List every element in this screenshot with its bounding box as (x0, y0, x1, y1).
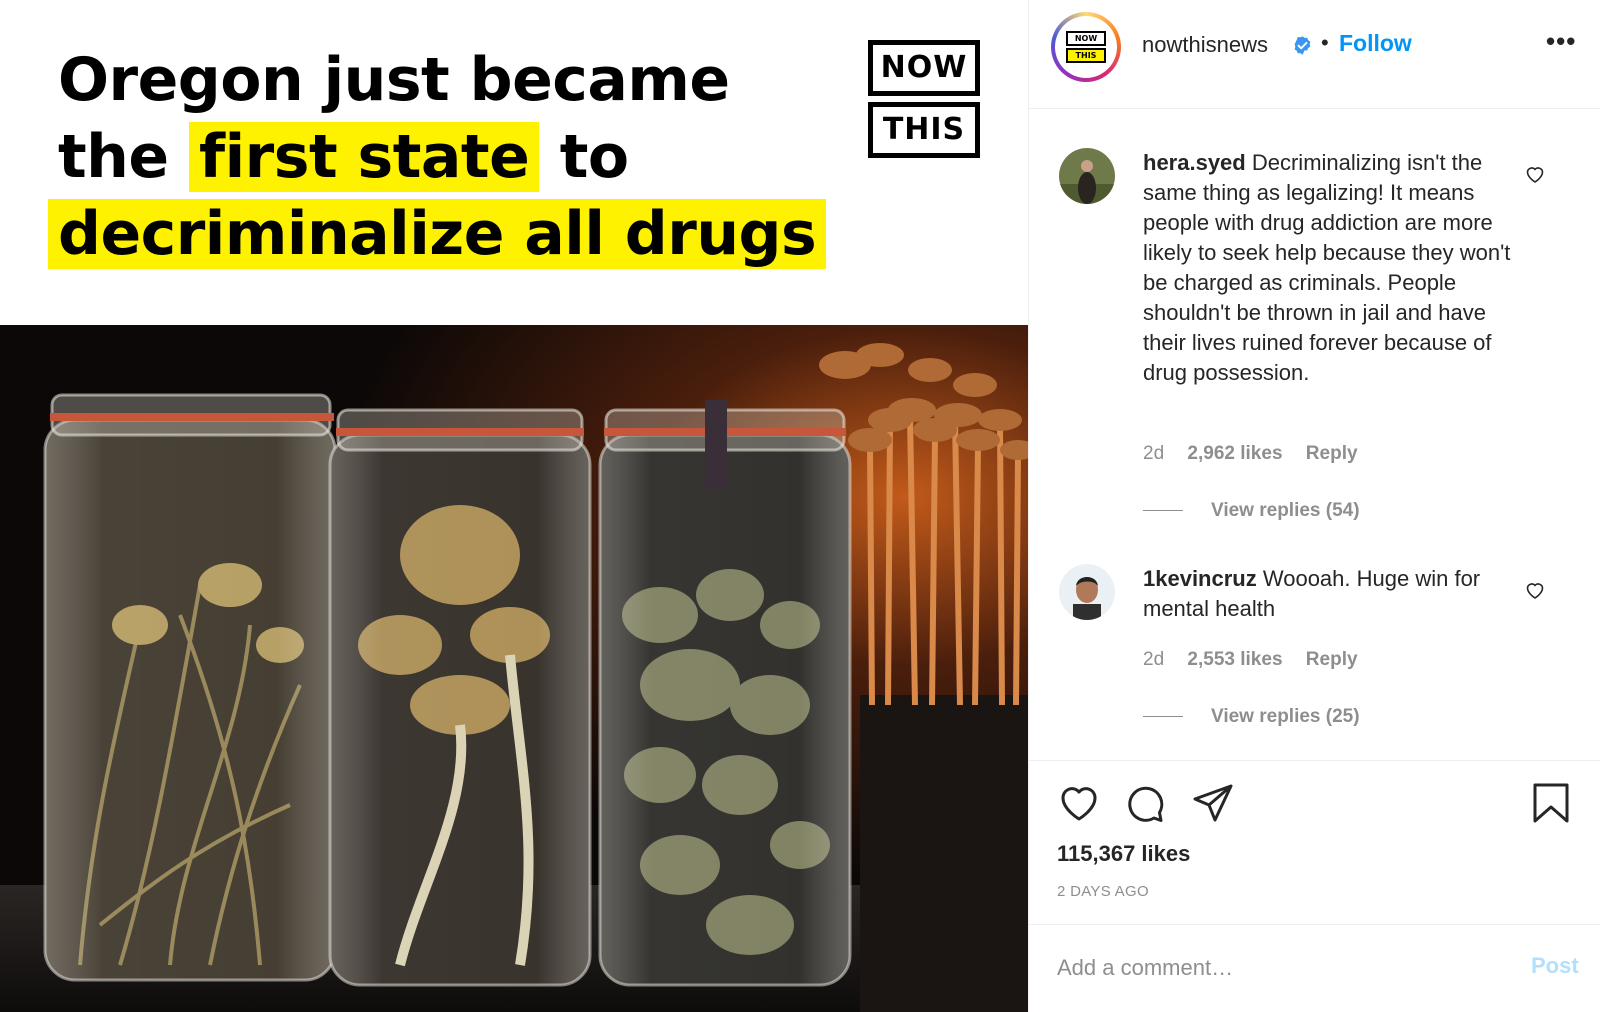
post-headline: Oregon just became the first state to de… (48, 42, 827, 273)
view-replies-line (1143, 716, 1183, 718)
comment-age: 2d (1143, 443, 1165, 464)
post-date: 2 DAYS AGO (1057, 883, 1149, 900)
headline-word-the: the (58, 122, 169, 192)
logo-now-box: NOW (868, 40, 980, 96)
avatar-logo-this: THIS (1066, 48, 1106, 63)
view-replies-line (1143, 510, 1183, 512)
comment-like-icon[interactable] (1523, 578, 1547, 602)
avatar-inner: NOW THIS (1055, 16, 1117, 78)
headline-line-3: decriminalize all drugs (48, 196, 827, 273)
comment-input[interactable] (1057, 951, 1497, 985)
comment-body: hera.syed Decriminalizing isn't the same… (1143, 148, 1513, 388)
comments-list[interactable]: hera.syed Decriminalizing isn't the same… (1029, 110, 1600, 760)
view-replies-button[interactable]: View replies (25) (1143, 706, 1360, 728)
view-replies-label: View replies (54) (1211, 500, 1360, 521)
nowthis-logo: NOW THIS (868, 40, 980, 158)
headline-line-1: Oregon just became (58, 45, 730, 115)
view-replies-button[interactable]: View replies (54) (1143, 500, 1360, 522)
post-media[interactable]: Oregon just became the first state to de… (0, 0, 1028, 1012)
post-sidebar: NOW THIS nowthisnews • Follow ••• hera.s… (1028, 0, 1600, 1012)
photo-illustration (0, 325, 1028, 1012)
comment-icon[interactable] (1123, 781, 1167, 825)
comment-like-icon[interactable] (1523, 162, 1547, 186)
headline-line-2: the first state to (58, 119, 826, 196)
headline-area: Oregon just became the first state to de… (0, 0, 1028, 325)
commenter-avatar[interactable] (1059, 148, 1115, 204)
verified-badge-icon (1294, 36, 1311, 55)
view-replies-label: View replies (25) (1211, 706, 1360, 727)
comment-body: 1kevincruz Woooah. Huge win for mental h… (1143, 564, 1513, 624)
header-separator: • (1321, 30, 1329, 55)
comment-reply-button[interactable]: Reply (1306, 443, 1358, 464)
logo-this-box: THIS (868, 102, 980, 158)
follow-button[interactable]: Follow (1339, 30, 1412, 57)
comment-meta: 2d 2,553 likes Reply (1143, 649, 1376, 671)
nowthis-avatar-logo: NOW THIS (1066, 31, 1106, 63)
profile-avatar[interactable]: NOW THIS (1051, 12, 1121, 82)
avatar-logo-now: NOW (1066, 31, 1106, 46)
post-header: NOW THIS nowthisnews • Follow ••• (1029, 0, 1600, 109)
comment-username[interactable]: 1kevincruz (1143, 566, 1257, 591)
comment-username[interactable]: hera.syed (1143, 150, 1246, 175)
post-username[interactable]: nowthisnews (1142, 32, 1268, 58)
post-comment-button[interactable]: Post (1531, 953, 1579, 979)
commenter-avatar-image (1059, 564, 1115, 620)
post-actions: 115,367 likes 2 DAYS AGO (1029, 760, 1600, 924)
comment-age: 2d (1143, 649, 1165, 670)
jar-middle (328, 408, 592, 987)
mushroom-jars-photo (0, 325, 1028, 1012)
add-comment-section: Post (1029, 924, 1600, 1012)
post-likes-count[interactable]: 115,367 likes (1057, 841, 1190, 867)
jar-right (598, 400, 852, 987)
more-options-button[interactable]: ••• (1546, 26, 1576, 57)
headline-highlight-decriminalize: decriminalize all drugs (48, 199, 827, 269)
comment-likes[interactable]: 2,962 likes (1187, 443, 1282, 464)
comment-text: Decriminalizing isn't the same thing as … (1143, 150, 1511, 385)
comment-reply-button[interactable]: Reply (1306, 649, 1358, 670)
share-icon[interactable] (1191, 781, 1235, 825)
commenter-avatar-image (1059, 148, 1115, 204)
heart-icon[interactable] (1057, 781, 1101, 825)
headline-word-to: to (559, 122, 629, 192)
jar-left (43, 393, 337, 982)
comment-likes[interactable]: 2,553 likes (1187, 649, 1282, 670)
headline-highlight-first-state: first state (188, 122, 540, 192)
commenter-avatar[interactable] (1059, 564, 1115, 620)
comment-meta: 2d 2,962 likes Reply (1143, 443, 1376, 465)
bookmark-icon[interactable] (1529, 781, 1573, 825)
